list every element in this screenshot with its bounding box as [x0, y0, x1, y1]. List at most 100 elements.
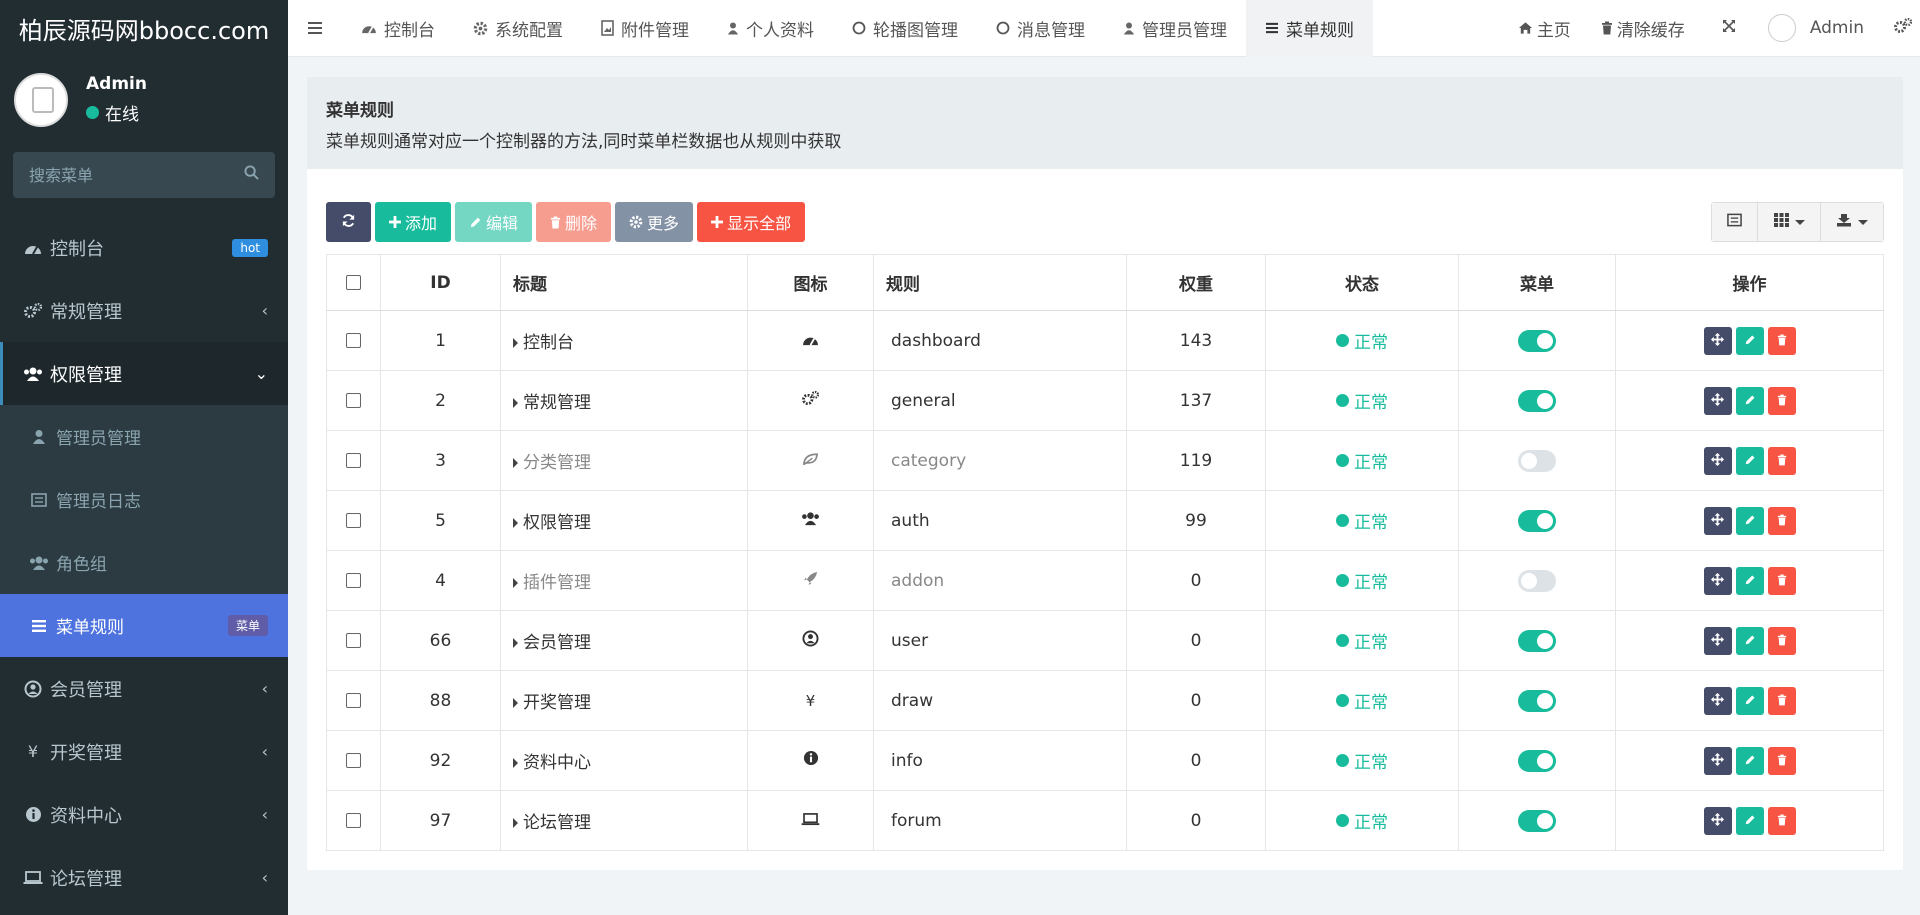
sidebar-toggle-button[interactable] — [288, 0, 342, 57]
menu-toggle-switch[interactable] — [1518, 389, 1556, 412]
table-row[interactable]: 2 常规管理 general 137 正常 — [326, 370, 1884, 431]
cell-title[interactable]: 资料中心 — [500, 730, 748, 791]
menu-toggle-switch[interactable] — [1518, 689, 1556, 712]
sidebar-item-role-group[interactable]: 角色组 — [0, 531, 288, 594]
header-status[interactable]: 状态 — [1265, 254, 1459, 311]
table-row[interactable]: 92 资料中心 info 0 正常 — [326, 730, 1884, 791]
sidebar-item-admin-log[interactable]: 管理员日志 — [0, 468, 288, 531]
sidebar-item-info[interactable]: 资料中心 ‹ — [0, 783, 288, 846]
user-menu[interactable]: Admin — [1758, 14, 1880, 42]
row-delete-button[interactable] — [1767, 806, 1796, 835]
caret-right-icon[interactable] — [513, 338, 518, 348]
table-row[interactable]: 97 论坛管理 forum 0 正常 — [326, 790, 1884, 851]
caret-right-icon[interactable] — [513, 698, 518, 708]
tab-dashboard[interactable]: 控制台 — [342, 0, 454, 57]
caret-right-icon[interactable] — [513, 638, 518, 648]
menu-toggle-switch[interactable] — [1518, 629, 1556, 652]
export-button[interactable] — [1821, 203, 1883, 241]
row-delete-button[interactable] — [1767, 626, 1796, 655]
status-badge[interactable]: 正常 — [1336, 628, 1388, 653]
row-checkbox[interactable] — [346, 333, 361, 348]
caret-right-icon[interactable] — [513, 398, 518, 408]
status-badge[interactable]: 正常 — [1336, 808, 1388, 833]
drag-sort-button[interactable] — [1703, 386, 1732, 415]
caret-right-icon[interactable] — [513, 458, 518, 468]
tab-admin[interactable]: 管理员管理 — [1104, 0, 1246, 57]
status-badge[interactable]: 正常 — [1336, 388, 1388, 413]
row-delete-button[interactable] — [1767, 446, 1796, 475]
cell-title[interactable]: 权限管理 — [500, 490, 748, 551]
cell-title[interactable]: 控制台 — [500, 310, 748, 371]
row-delete-button[interactable] — [1767, 326, 1796, 355]
refresh-button[interactable] — [326, 202, 371, 242]
row-delete-button[interactable] — [1767, 566, 1796, 595]
drag-sort-button[interactable] — [1703, 626, 1732, 655]
status-badge[interactable]: 正常 — [1336, 688, 1388, 713]
clear-cache-button[interactable]: 清除缓存 — [1586, 16, 1700, 41]
drag-sort-button[interactable] — [1703, 686, 1732, 715]
cell-title[interactable]: 论坛管理 — [500, 790, 748, 851]
row-edit-button[interactable] — [1735, 386, 1764, 415]
drag-sort-button[interactable] — [1703, 326, 1732, 355]
tab-system-config[interactable]: 系统配置 — [454, 0, 582, 57]
columns-button[interactable] — [1758, 203, 1821, 241]
home-link[interactable]: 主页 — [1503, 16, 1586, 41]
sidebar-item-admin[interactable]: 管理员管理 — [0, 405, 288, 468]
row-edit-button[interactable] — [1735, 326, 1764, 355]
menu-toggle-switch[interactable] — [1518, 569, 1556, 592]
menu-toggle-switch[interactable] — [1518, 509, 1556, 532]
table-row[interactable]: 5 权限管理 auth 99 正常 — [326, 490, 1884, 551]
tab-messages[interactable]: 消息管理 — [977, 0, 1104, 57]
logo[interactable]: 柏辰源码网bbocc.com — [0, 0, 288, 57]
drag-sort-button[interactable] — [1703, 446, 1732, 475]
show-all-button[interactable]: 显示全部 — [697, 202, 806, 242]
header-icon[interactable]: 图标 — [747, 254, 874, 311]
header-menu[interactable]: 菜单 — [1458, 254, 1616, 311]
cell-title[interactable]: 常规管理 — [500, 370, 748, 431]
caret-right-icon[interactable] — [513, 518, 518, 528]
sidebar-item-member[interactable]: 会员管理 ‹ — [0, 657, 288, 720]
menu-toggle-switch[interactable] — [1518, 749, 1556, 772]
sidebar-item-forum[interactable]: 论坛管理 ‹ — [0, 846, 288, 909]
row-edit-button[interactable] — [1735, 806, 1764, 835]
row-checkbox[interactable] — [346, 693, 361, 708]
header-title[interactable]: 标题 — [500, 254, 748, 311]
cell-title[interactable]: 分类管理 — [500, 430, 748, 491]
cell-title[interactable]: 开奖管理 — [500, 670, 748, 731]
table-row[interactable]: 1 控制台 dashboard 143 正常 — [326, 310, 1884, 371]
status-badge[interactable]: 正常 — [1336, 508, 1388, 533]
sidebar-item-auth[interactable]: 权限管理 ⌄ — [0, 342, 288, 405]
delete-button[interactable]: 删除 — [536, 202, 612, 242]
drag-sort-button[interactable] — [1703, 746, 1732, 775]
row-delete-button[interactable] — [1767, 746, 1796, 775]
row-checkbox[interactable] — [346, 573, 361, 588]
row-checkbox[interactable] — [346, 633, 361, 648]
tab-attachment[interactable]: 附件管理 — [582, 0, 708, 57]
menu-toggle-switch[interactable] — [1518, 809, 1556, 832]
table-row[interactable]: 66 会员管理 user 0 正常 — [326, 610, 1884, 671]
sidebar-item-general[interactable]: 常规管理 ‹ — [0, 279, 288, 342]
row-checkbox[interactable] — [346, 453, 361, 468]
toggle-view-button[interactable] — [1712, 203, 1758, 241]
sidebar-item-menu-rules[interactable]: 菜单规则 菜单 — [0, 594, 288, 657]
settings-button[interactable] — [1880, 17, 1920, 39]
search-icon[interactable] — [244, 165, 259, 185]
row-delete-button[interactable] — [1767, 686, 1796, 715]
sidebar-item-draw[interactable]: ¥ 开奖管理 ‹ — [0, 720, 288, 783]
drag-sort-button[interactable] — [1703, 506, 1732, 535]
edit-button[interactable]: 编辑 — [455, 202, 533, 242]
caret-right-icon[interactable] — [513, 758, 518, 768]
row-edit-button[interactable] — [1735, 746, 1764, 775]
row-edit-button[interactable] — [1735, 686, 1764, 715]
menu-toggle-switch[interactable] — [1518, 329, 1556, 352]
tab-profile[interactable]: 个人资料 — [708, 0, 833, 57]
row-checkbox[interactable] — [346, 513, 361, 528]
status-badge[interactable]: 正常 — [1336, 568, 1388, 593]
menu-search-input[interactable] — [29, 165, 229, 185]
select-all-checkbox[interactable] — [346, 275, 361, 290]
header-weight[interactable]: 权重 — [1126, 254, 1266, 311]
table-row[interactable]: 88 开奖管理 ¥ draw 0 正常 — [326, 670, 1884, 731]
caret-right-icon[interactable] — [513, 578, 518, 588]
caret-right-icon[interactable] — [513, 818, 518, 828]
tab-carousel[interactable]: 轮播图管理 — [833, 0, 977, 57]
